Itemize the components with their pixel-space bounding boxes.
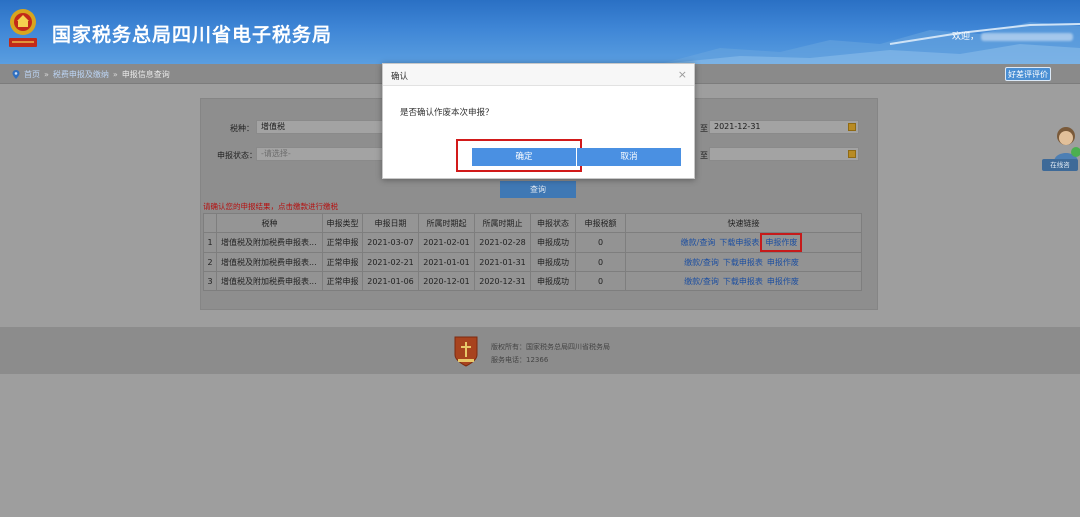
date-end-prefix: 至 bbox=[700, 124, 708, 133]
status-select[interactable]: -请选择- bbox=[256, 147, 384, 161]
row-date: 2021-03-07 bbox=[362, 232, 419, 253]
breadcrumb-separator: » bbox=[112, 70, 118, 79]
tax-type-label: 税种： bbox=[230, 124, 254, 133]
void-declaration-link[interactable]: 申报作废 bbox=[760, 233, 803, 252]
welcome-label: 欢迎， bbox=[952, 32, 980, 42]
service-phone-text: 服务电话：12366 bbox=[491, 356, 549, 364]
row-type: 正常申报 bbox=[322, 271, 363, 291]
col-header-links: 快速链接 bbox=[625, 213, 862, 233]
col-header-period-to: 所属时期止 bbox=[474, 213, 531, 233]
row-links: 缴款/查询 下载申报表 申报作废 bbox=[625, 252, 862, 272]
row-index: 3 bbox=[203, 271, 217, 291]
tax-emblem-logo bbox=[9, 9, 37, 47]
dialog-message: 是否确认作废本次申报？ bbox=[400, 108, 494, 118]
row-date: 2021-01-06 bbox=[362, 271, 419, 291]
copyright-text: 版权所有：国家税务总局四川省税务局 bbox=[491, 343, 610, 351]
col-header-period-from: 所属时期起 bbox=[418, 213, 475, 233]
table-row: 2 增值税及附加税费申报表... 正常申报 2021-02-21 2021-01… bbox=[203, 252, 862, 272]
pay-query-link[interactable]: 缴款/查询 bbox=[681, 238, 716, 247]
row-amount: 0 bbox=[575, 271, 626, 291]
agent-avatar-icon bbox=[1054, 127, 1080, 162]
row-period-to: 2021-01-31 bbox=[474, 252, 531, 272]
row-tax: 增值税及附加税费申报表... bbox=[216, 232, 323, 253]
download-form-link[interactable]: 下载申报表 bbox=[723, 258, 763, 267]
tax-shield-logo bbox=[454, 336, 478, 367]
row-period-from: 2020-12-01 bbox=[418, 271, 475, 291]
row-status: 申报成功 bbox=[530, 252, 576, 272]
breadcrumb: 首页 » 税费申报及缴纳 » 申报信息查询 bbox=[12, 69, 170, 80]
close-icon[interactable]: × bbox=[678, 68, 687, 81]
breadcrumb-current: 申报信息查询 bbox=[121, 70, 170, 79]
row-tax: 增值税及附加税费申报表... bbox=[216, 271, 323, 291]
pay-query-link[interactable]: 缴款/查询 bbox=[684, 277, 719, 286]
row-period-to: 2021-02-28 bbox=[474, 232, 531, 253]
period-end-prefix: 至 bbox=[700, 151, 708, 160]
online-consult-widget[interactable]: 在线咨 bbox=[1042, 122, 1080, 176]
row-status: 申报成功 bbox=[530, 232, 576, 253]
status-label: 申报状态： bbox=[217, 151, 257, 160]
col-header-date: 申报日期 bbox=[362, 213, 419, 233]
table-header-row: 税种 申报类型 申报日期 所属时期起 所属时期止 申报状态 申报税额 快速链接 bbox=[203, 213, 862, 233]
row-amount: 0 bbox=[575, 232, 626, 253]
confirm-dialog: 确认 × 是否确认作废本次申报？ 确定 取消 bbox=[382, 63, 695, 179]
table-row: 1 增值税及附加税费申报表... 正常申报 2021-03-07 2021-02… bbox=[203, 232, 862, 253]
location-pin-icon bbox=[12, 70, 20, 79]
col-header-index bbox=[203, 213, 217, 233]
payment-notice: 请确认您的申报结果，点击缴款进行缴税 bbox=[203, 202, 338, 211]
row-type: 正常申报 bbox=[322, 232, 363, 253]
calendar-icon[interactable] bbox=[848, 123, 856, 131]
void-declaration-link[interactable]: 申报作废 bbox=[767, 277, 799, 286]
dialog-header: 确认 × bbox=[383, 64, 694, 86]
declaration-table: 税种 申报类型 申报日期 所属时期起 所属时期止 申报状态 申报税额 快速链接 … bbox=[203, 213, 862, 291]
confirm-button[interactable]: 确定 bbox=[472, 148, 576, 166]
col-header-amount: 申报税额 bbox=[575, 213, 626, 233]
breadcrumb-separator: » bbox=[44, 70, 49, 79]
username-redacted bbox=[981, 32, 1074, 41]
row-index: 2 bbox=[203, 252, 217, 272]
col-header-type: 申报类型 bbox=[322, 213, 363, 233]
site-title: 国家税务总局四川省电子税务局 bbox=[52, 24, 333, 46]
row-status: 申报成功 bbox=[530, 271, 576, 291]
void-declaration-link[interactable]: 申报作废 bbox=[767, 258, 799, 267]
row-links: 缴款/查询 下载申报表 申报作废 bbox=[625, 232, 862, 253]
period-end-input[interactable] bbox=[709, 147, 859, 161]
calendar-icon[interactable] bbox=[848, 150, 856, 158]
row-amount: 0 bbox=[575, 252, 626, 272]
breadcrumb-tax-declaration-link[interactable]: 税费申报及缴纳 bbox=[53, 69, 109, 80]
rate-service-button[interactable]: 好差评评价 bbox=[1005, 67, 1051, 81]
row-date: 2021-02-21 bbox=[362, 252, 419, 272]
row-type: 正常申报 bbox=[322, 252, 363, 272]
download-form-link[interactable]: 下载申报表 bbox=[723, 277, 763, 286]
row-period-from: 2021-01-01 bbox=[418, 252, 475, 272]
cancel-button[interactable]: 取消 bbox=[577, 148, 681, 166]
site-footer: 版权所有：国家税务总局四川省税务局 服务电话：12366 bbox=[0, 327, 1080, 374]
tax-type-select[interactable]: 增值税 bbox=[256, 120, 384, 134]
welcome-text: 欢迎， bbox=[952, 29, 1074, 42]
row-index: 1 bbox=[203, 232, 217, 253]
query-button[interactable]: 查询 bbox=[500, 181, 576, 198]
row-period-from: 2021-02-01 bbox=[418, 232, 475, 253]
site-header: 国家税务总局四川省电子税务局 欢迎， bbox=[0, 0, 1080, 64]
row-links: 缴款/查询 下载申报表 申报作废 bbox=[625, 271, 862, 291]
download-form-link[interactable]: 下载申报表 bbox=[719, 238, 759, 247]
col-header-tax: 税种 bbox=[216, 213, 323, 233]
row-period-to: 2020-12-31 bbox=[474, 271, 531, 291]
declare-date-end-input[interactable]: 2021-12-31 bbox=[709, 120, 859, 134]
breadcrumb-home-link[interactable]: 首页 bbox=[24, 69, 40, 80]
online-consult-label: 在线咨 bbox=[1042, 159, 1078, 171]
row-tax: 增值税及附加税费申报表... bbox=[216, 252, 323, 272]
pay-query-link[interactable]: 缴款/查询 bbox=[684, 258, 719, 267]
dialog-title: 确认 bbox=[391, 72, 409, 82]
table-row: 3 增值税及附加税费申报表... 正常申报 2021-01-06 2020-12… bbox=[203, 271, 862, 291]
col-header-status: 申报状态 bbox=[530, 213, 576, 233]
